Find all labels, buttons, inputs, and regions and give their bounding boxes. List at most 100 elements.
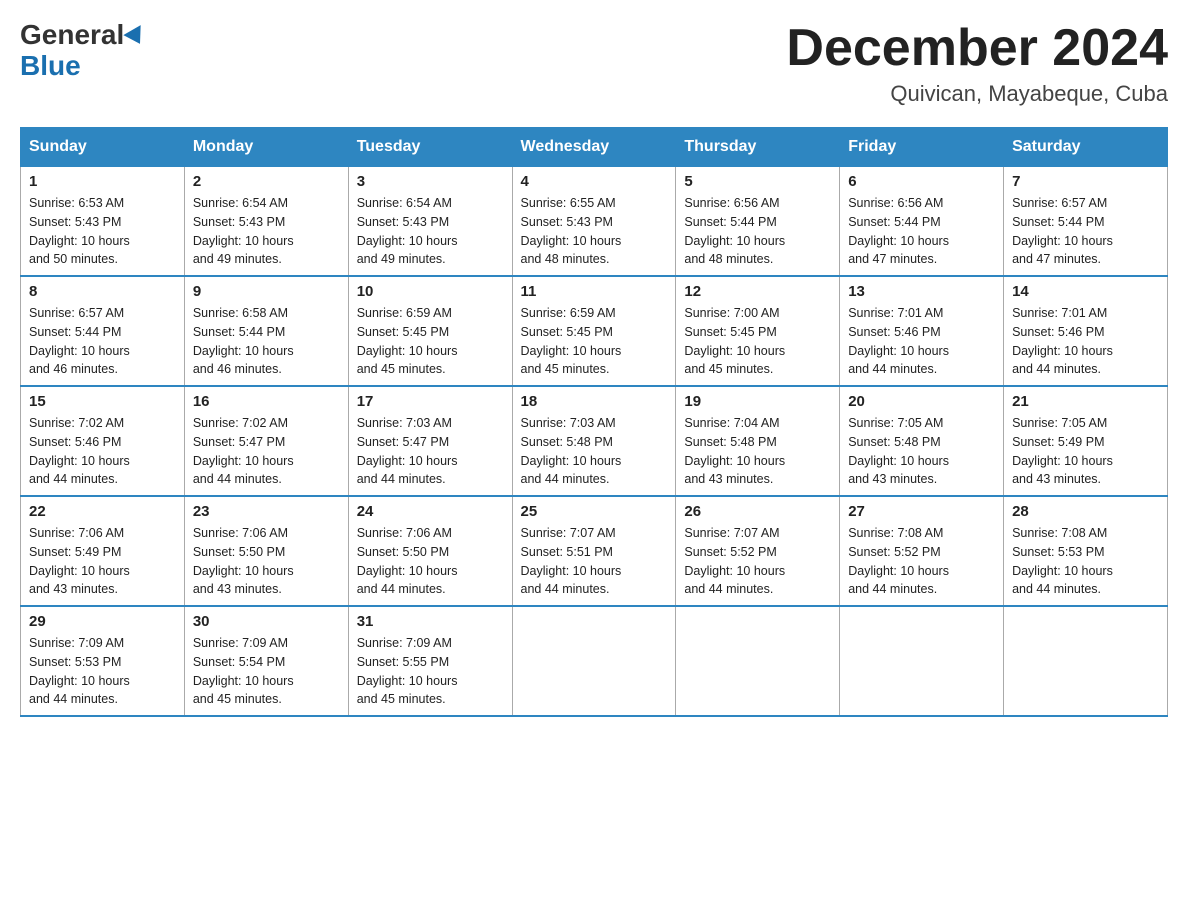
day-number: 7 (1012, 173, 1159, 190)
weekday-header-thursday: Thursday (676, 128, 840, 167)
calendar-table: SundayMondayTuesdayWednesdayThursdayFrid… (20, 127, 1168, 717)
page-header: GeneralBlue December 2024 Quivican, Maya… (20, 20, 1168, 107)
weekday-header-sunday: Sunday (21, 128, 185, 167)
day-info: Sunrise: 7:08 AMSunset: 5:52 PMDaylight:… (848, 524, 995, 599)
day-number: 26 (684, 503, 831, 520)
day-number: 9 (193, 283, 340, 300)
day-info: Sunrise: 7:06 AMSunset: 5:49 PMDaylight:… (29, 524, 176, 599)
day-info: Sunrise: 6:56 AMSunset: 5:44 PMDaylight:… (684, 194, 831, 269)
calendar-cell: 13 Sunrise: 7:01 AMSunset: 5:46 PMDayligh… (840, 276, 1004, 386)
day-number: 22 (29, 503, 176, 520)
day-info: Sunrise: 6:55 AMSunset: 5:43 PMDaylight:… (521, 194, 668, 269)
calendar-cell: 8Sunrise: 6:57 AMSunset: 5:44 PMDaylight… (21, 276, 185, 386)
day-info: Sunrise: 7:05 AMSunset: 5:49 PMDaylight:… (1012, 414, 1159, 489)
day-number: 2 (193, 173, 340, 190)
day-info: Sunrise: 7:06 AMSunset: 5:50 PMDaylight:… (357, 524, 504, 599)
day-number: 12 (684, 283, 831, 300)
day-info: Sunrise: 7:08 AMSunset: 5:53 PMDaylight:… (1012, 524, 1159, 599)
day-info: Sunrise: 7:05 AMSunset: 5:48 PMDaylight:… (848, 414, 995, 489)
calendar-cell: 10Sunrise: 6:59 AMSunset: 5:45 PMDayligh… (348, 276, 512, 386)
logo: GeneralBlue (20, 20, 146, 82)
day-info: Sunrise: 7:02 AMSunset: 5:47 PMDaylight:… (193, 414, 340, 489)
calendar-cell: 26 Sunrise: 7:07 AMSunset: 5:52 PMDayligh… (676, 496, 840, 606)
calendar-cell (512, 606, 676, 716)
calendar-week-row: 29 Sunrise: 7:09 AMSunset: 5:53 PMDayligh… (21, 606, 1168, 716)
day-info: Sunrise: 6:53 AMSunset: 5:43 PMDaylight:… (29, 194, 176, 269)
day-number: 14 (1012, 283, 1159, 300)
day-number: 31 (357, 613, 504, 630)
day-info: Sunrise: 7:07 AMSunset: 5:52 PMDaylight:… (684, 524, 831, 599)
location-title: Quivican, Mayabeque, Cuba (786, 81, 1168, 107)
logo-blue-text: Blue (20, 50, 81, 81)
day-number: 30 (193, 613, 340, 630)
calendar-cell: 6Sunrise: 6:56 AMSunset: 5:44 PMDaylight… (840, 167, 1004, 277)
day-info: Sunrise: 6:54 AMSunset: 5:43 PMDaylight:… (193, 194, 340, 269)
day-info: Sunrise: 7:01 AMSunset: 5:46 PMDaylight:… (848, 304, 995, 379)
day-number: 4 (521, 173, 668, 190)
calendar-week-row: 22 Sunrise: 7:06 AMSunset: 5:49 PMDayligh… (21, 496, 1168, 606)
day-number: 1 (29, 173, 176, 190)
day-info: Sunrise: 7:01 AMSunset: 5:46 PMDaylight:… (1012, 304, 1159, 379)
calendar-cell: 22 Sunrise: 7:06 AMSunset: 5:49 PMDayligh… (21, 496, 185, 606)
day-number: 20 (848, 393, 995, 410)
calendar-cell (676, 606, 840, 716)
calendar-cell: 30 Sunrise: 7:09 AMSunset: 5:54 PMDayligh… (184, 606, 348, 716)
day-info: Sunrise: 7:09 AMSunset: 5:55 PMDaylight:… (357, 634, 504, 709)
calendar-cell: 12Sunrise: 7:00 AMSunset: 5:45 PMDayligh… (676, 276, 840, 386)
day-info: Sunrise: 6:57 AMSunset: 5:44 PMDaylight:… (1012, 194, 1159, 269)
day-info: Sunrise: 7:03 AMSunset: 5:48 PMDaylight:… (521, 414, 668, 489)
calendar-cell: 21 Sunrise: 7:05 AMSunset: 5:49 PMDayligh… (1004, 386, 1168, 496)
day-number: 19 (684, 393, 831, 410)
day-number: 24 (357, 503, 504, 520)
day-info: Sunrise: 7:06 AMSunset: 5:50 PMDaylight:… (193, 524, 340, 599)
calendar-cell: 25Sunrise: 7:07 AMSunset: 5:51 PMDayligh… (512, 496, 676, 606)
day-number: 3 (357, 173, 504, 190)
day-info: Sunrise: 7:04 AMSunset: 5:48 PMDaylight:… (684, 414, 831, 489)
day-number: 27 (848, 503, 995, 520)
weekday-header-saturday: Saturday (1004, 128, 1168, 167)
day-number: 17 (357, 393, 504, 410)
calendar-week-row: 15Sunrise: 7:02 AMSunset: 5:46 PMDayligh… (21, 386, 1168, 496)
day-info: Sunrise: 7:09 AMSunset: 5:53 PMDaylight:… (29, 634, 176, 709)
weekday-header-monday: Monday (184, 128, 348, 167)
day-number: 11 (521, 283, 668, 300)
calendar-cell: 19 Sunrise: 7:04 AMSunset: 5:48 PMDayligh… (676, 386, 840, 496)
day-number: 8 (29, 283, 176, 300)
calendar-cell: 29 Sunrise: 7:09 AMSunset: 5:53 PMDayligh… (21, 606, 185, 716)
day-number: 21 (1012, 393, 1159, 410)
weekday-header-wednesday: Wednesday (512, 128, 676, 167)
calendar-cell: 20 Sunrise: 7:05 AMSunset: 5:48 PMDayligh… (840, 386, 1004, 496)
weekday-header-row: SundayMondayTuesdayWednesdayThursdayFrid… (21, 128, 1168, 167)
day-number: 16 (193, 393, 340, 410)
calendar-cell: 16 Sunrise: 7:02 AMSunset: 5:47 PMDayligh… (184, 386, 348, 496)
day-number: 15 (29, 393, 176, 410)
day-number: 6 (848, 173, 995, 190)
calendar-cell: 7 Sunrise: 6:57 AMSunset: 5:44 PMDaylight… (1004, 167, 1168, 277)
calendar-cell: 4 Sunrise: 6:55 AMSunset: 5:43 PMDaylight… (512, 167, 676, 277)
day-number: 29 (29, 613, 176, 630)
calendar-cell: 2 Sunrise: 6:54 AMSunset: 5:43 PMDaylight… (184, 167, 348, 277)
calendar-cell: 1 Sunrise: 6:53 AMSunset: 5:43 PMDaylight… (21, 167, 185, 277)
calendar-cell: 23 Sunrise: 7:06 AMSunset: 5:50 PMDayligh… (184, 496, 348, 606)
weekday-header-friday: Friday (840, 128, 1004, 167)
logo-triangle-icon (124, 25, 149, 49)
day-info: Sunrise: 6:58 AMSunset: 5:44 PMDaylight:… (193, 304, 340, 379)
day-info: Sunrise: 7:07 AMSunset: 5:51 PMDaylight:… (521, 524, 668, 599)
day-number: 28 (1012, 503, 1159, 520)
calendar-cell: 9 Sunrise: 6:58 AMSunset: 5:44 PMDaylight… (184, 276, 348, 386)
day-number: 18 (521, 393, 668, 410)
calendar-cell: 18 Sunrise: 7:03 AMSunset: 5:48 PMDayligh… (512, 386, 676, 496)
day-number: 23 (193, 503, 340, 520)
calendar-cell (840, 606, 1004, 716)
day-info: Sunrise: 7:09 AMSunset: 5:54 PMDaylight:… (193, 634, 340, 709)
calendar-week-row: 1 Sunrise: 6:53 AMSunset: 5:43 PMDaylight… (21, 167, 1168, 277)
day-number: 13 (848, 283, 995, 300)
calendar-cell: 11Sunrise: 6:59 AMSunset: 5:45 PMDayligh… (512, 276, 676, 386)
day-info: Sunrise: 6:54 AMSunset: 5:43 PMDaylight:… (357, 194, 504, 269)
calendar-cell (1004, 606, 1168, 716)
calendar-cell: 14 Sunrise: 7:01 AMSunset: 5:46 PMDayligh… (1004, 276, 1168, 386)
day-info: Sunrise: 6:59 AMSunset: 5:45 PMDaylight:… (357, 304, 504, 379)
calendar-cell: 31 Sunrise: 7:09 AMSunset: 5:55 PMDayligh… (348, 606, 512, 716)
day-number: 5 (684, 173, 831, 190)
title-area: December 2024 Quivican, Mayabeque, Cuba (786, 20, 1168, 107)
